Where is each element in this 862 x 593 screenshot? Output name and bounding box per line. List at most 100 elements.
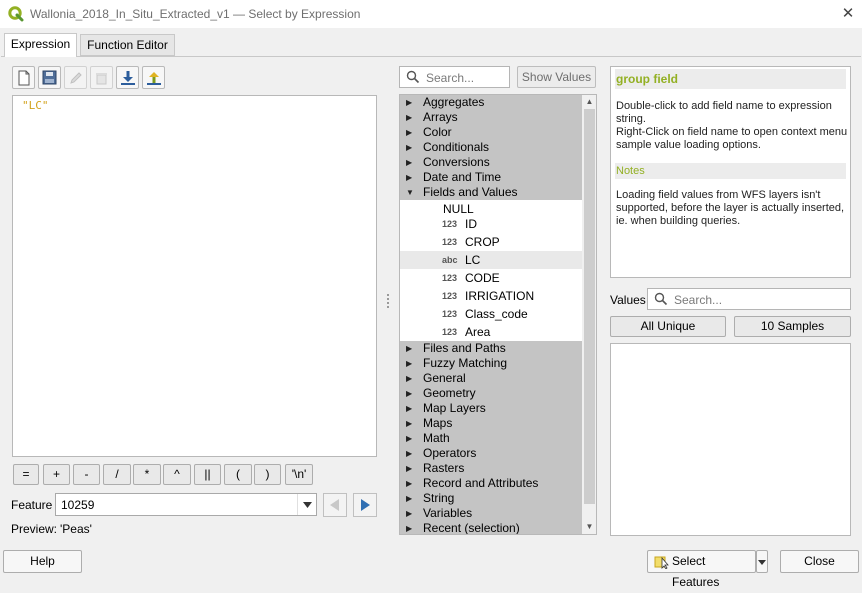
tree-field-item[interactable]: 123 IRRIGATION bbox=[400, 287, 582, 305]
tree-group-row[interactable]: ▶ Variables bbox=[400, 506, 582, 521]
tree-group-row[interactable]: ▶ Conversions bbox=[400, 155, 582, 170]
chevron-right-icon[interactable]: ▶ bbox=[406, 110, 412, 125]
close-button[interactable]: Close bbox=[780, 550, 859, 573]
number-field-type-icon: 123 bbox=[442, 237, 458, 247]
previous-feature-button[interactable] bbox=[323, 493, 347, 517]
expression-editor[interactable]: "LC" bbox=[12, 95, 377, 457]
tree-field-item[interactable]: 123 ID bbox=[400, 215, 582, 233]
tree-group-row[interactable]: ▶ General bbox=[400, 371, 582, 386]
tree-field-item[interactable]: 123 CROP bbox=[400, 233, 582, 251]
tree-group-row[interactable]: ▶ Fuzzy Matching bbox=[400, 356, 582, 371]
new-expression-button[interactable] bbox=[12, 66, 35, 89]
operator-divide-button[interactable]: / bbox=[103, 464, 131, 485]
tree-field-item[interactable]: 123 Class_code bbox=[400, 305, 582, 323]
chevron-right-icon[interactable]: ▶ bbox=[406, 386, 412, 401]
chevron-down-icon[interactable]: ▼ bbox=[406, 185, 414, 200]
chevron-right-icon[interactable]: ▶ bbox=[406, 491, 412, 506]
save-expression-button[interactable] bbox=[38, 66, 61, 89]
chevron-right-icon[interactable]: ▶ bbox=[406, 416, 412, 431]
operator-power-button[interactable]: ^ bbox=[163, 464, 191, 485]
tree-group-row[interactable]: ▶ Record and Attributes bbox=[400, 476, 582, 491]
import-button[interactable] bbox=[116, 66, 139, 89]
tree-field-item[interactable]: abc LC bbox=[400, 251, 582, 269]
tree-field-item[interactable]: 123 Area bbox=[400, 323, 582, 341]
tree-group-row[interactable]: ▶ Date and Time bbox=[400, 170, 582, 185]
chevron-right-icon[interactable]: ▶ bbox=[406, 446, 412, 461]
chevron-right-icon[interactable]: ▶ bbox=[406, 341, 412, 356]
number-field-type-icon: 123 bbox=[442, 309, 458, 319]
chevron-right-icon[interactable]: ▶ bbox=[406, 140, 412, 155]
save-icon bbox=[42, 70, 57, 85]
tree-group-row[interactable]: ▶ Rasters bbox=[400, 461, 582, 476]
delete-expression-button[interactable] bbox=[90, 66, 113, 89]
chevron-right-icon[interactable]: ▶ bbox=[406, 371, 412, 386]
expression-text[interactable]: "LC" bbox=[22, 99, 49, 112]
feature-value[interactable]: 10259 bbox=[61, 498, 94, 512]
new-file-icon bbox=[18, 70, 29, 85]
show-values-button[interactable]: Show Values bbox=[517, 66, 596, 88]
tab-function-editor[interactable]: Function Editor bbox=[80, 34, 175, 56]
function-tree[interactable]: ▶ Aggregates ▶ Arrays ▶ Color ▶ Conditionals ▶ Co… bbox=[399, 94, 597, 535]
chevron-right-icon[interactable]: ▶ bbox=[406, 506, 412, 521]
tree-group-row[interactable]: ▶ Maps bbox=[400, 416, 582, 431]
chevron-right-icon[interactable]: ▶ bbox=[406, 461, 412, 476]
operator-newline-button[interactable]: '\n' bbox=[285, 464, 313, 485]
tree-group-row[interactable]: ▶ Map Layers bbox=[400, 401, 582, 416]
operator-equals-button[interactable]: = bbox=[13, 464, 39, 485]
scroll-down-icon[interactable]: ▼ bbox=[582, 520, 596, 534]
tree-group-row[interactable]: ▶ Recent (selection) bbox=[400, 521, 582, 534]
chevron-right-icon[interactable]: ▶ bbox=[406, 431, 412, 446]
help-button[interactable]: Help bbox=[3, 550, 82, 573]
tab-expression[interactable]: Expression bbox=[4, 33, 77, 57]
ten-samples-button[interactable]: 10 Samples bbox=[734, 316, 851, 337]
tree-group-row[interactable]: ▶ Color bbox=[400, 125, 582, 140]
chevron-right-icon[interactable]: ▶ bbox=[406, 521, 412, 534]
tree-group-row[interactable]: ▶ Operators bbox=[400, 446, 582, 461]
operator-minus-button[interactable]: - bbox=[73, 464, 100, 485]
scroll-up-icon[interactable]: ▲ bbox=[582, 95, 596, 109]
scroll-thumb[interactable] bbox=[584, 109, 595, 504]
splitter-handle[interactable] bbox=[386, 292, 390, 310]
operator-close-paren-button[interactable]: ) bbox=[254, 464, 281, 485]
tree-group-row[interactable]: ▼ Fields and Values bbox=[400, 185, 582, 200]
tree-field-item[interactable]: 123 CODE bbox=[400, 269, 582, 287]
all-unique-button[interactable]: All Unique bbox=[610, 316, 726, 337]
select-features-button[interactable]: Select Features bbox=[647, 550, 756, 589]
values-list[interactable] bbox=[610, 343, 851, 536]
operator-concat-button[interactable]: || bbox=[194, 464, 221, 485]
chevron-right-icon[interactable]: ▶ bbox=[406, 170, 412, 185]
chevron-down-icon bbox=[758, 560, 766, 565]
export-button[interactable] bbox=[142, 66, 165, 89]
tree-group-label: Files and Paths bbox=[423, 341, 506, 355]
tree-group-row[interactable]: ▶ Arrays bbox=[400, 110, 582, 125]
chevron-right-icon[interactable]: ▶ bbox=[406, 401, 412, 416]
select-features-label: Select Features bbox=[672, 554, 720, 589]
select-features-dropdown[interactable] bbox=[756, 550, 768, 573]
feature-combobox[interactable]: 10259 bbox=[55, 493, 317, 516]
function-search-input[interactable]: Search... bbox=[399, 66, 510, 88]
chevron-down-icon[interactable] bbox=[297, 494, 316, 515]
chevron-right-icon[interactable]: ▶ bbox=[406, 125, 412, 140]
tree-scrollbar[interactable]: ▲ ▼ bbox=[582, 95, 596, 534]
operator-plus-button[interactable]: + bbox=[43, 464, 70, 485]
chevron-right-icon[interactable]: ▶ bbox=[406, 95, 412, 110]
tree-group-label: Fuzzy Matching bbox=[423, 356, 508, 370]
next-feature-button[interactable] bbox=[353, 493, 377, 517]
chevron-right-icon[interactable]: ▶ bbox=[406, 155, 412, 170]
close-icon[interactable]: ✕ bbox=[838, 4, 858, 24]
tree-group-row[interactable]: ▶ Math bbox=[400, 431, 582, 446]
tree-group-row[interactable]: ▶ String bbox=[400, 491, 582, 506]
chevron-right-icon[interactable]: ▶ bbox=[406, 356, 412, 371]
tree-group-row[interactable]: ▶ Aggregates bbox=[400, 95, 582, 110]
triangle-right-icon bbox=[361, 499, 370, 511]
operator-open-paren-button[interactable]: ( bbox=[224, 464, 252, 485]
edit-expression-button[interactable] bbox=[64, 66, 87, 89]
values-search-input[interactable]: Search... bbox=[647, 288, 851, 310]
tree-group-row[interactable]: ▶ Geometry bbox=[400, 386, 582, 401]
tree-group-row[interactable]: ▶ Files and Paths bbox=[400, 341, 582, 356]
help-notes-heading: Notes bbox=[615, 163, 846, 179]
tree-group-row[interactable]: ▶ Conditionals bbox=[400, 140, 582, 155]
operator-multiply-button[interactable]: * bbox=[133, 464, 161, 485]
number-field-type-icon: 123 bbox=[442, 219, 458, 229]
chevron-right-icon[interactable]: ▶ bbox=[406, 476, 412, 491]
